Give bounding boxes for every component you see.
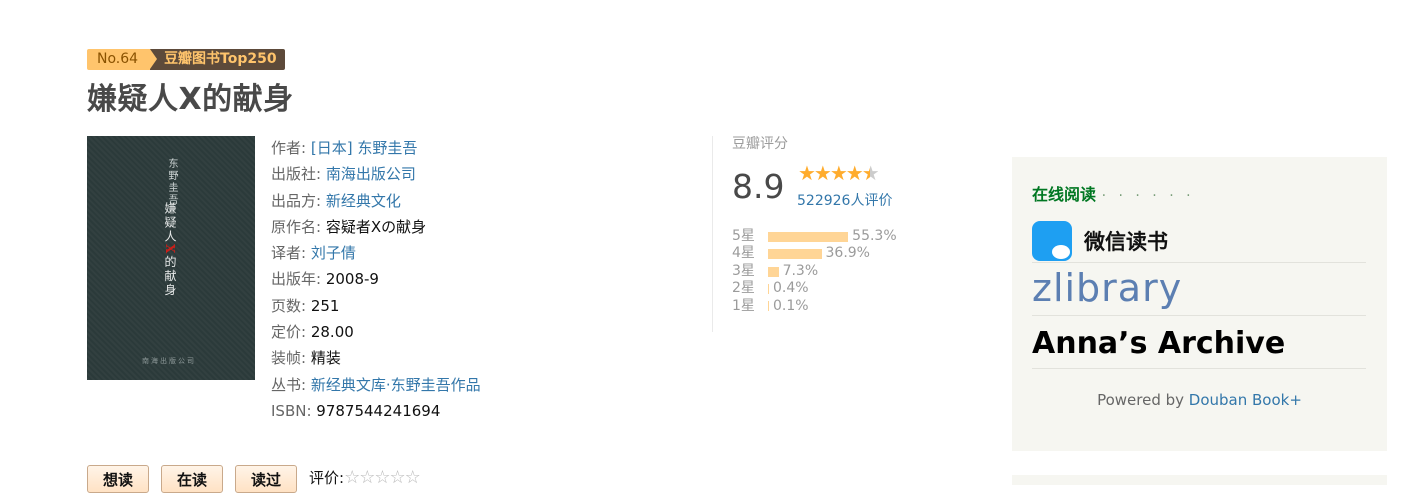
rating-bar xyxy=(768,283,769,294)
rating-row-label: 4星 xyxy=(732,245,755,262)
rating-count-link[interactable]: 522926人评价 xyxy=(797,190,892,210)
rating-row-label: 2星 xyxy=(732,280,755,297)
weixin-read-link[interactable]: 微信读书 xyxy=(1032,220,1366,263)
powered-by: Powered by Douban Book+ xyxy=(1097,391,1302,409)
info-price: 定价: 28.00 xyxy=(271,323,354,342)
rating-percent: 0.4% xyxy=(773,280,809,297)
rating-percent: 7.3% xyxy=(782,262,819,279)
reading-button[interactable]: 在读 xyxy=(161,465,223,493)
weixin-read-icon xyxy=(1032,221,1072,261)
rating-stars-icon: ★★★★★ xyxy=(798,161,880,185)
zlibrary-link[interactable]: zlibrary xyxy=(1032,263,1366,316)
rating-score: 8.9 xyxy=(732,167,785,206)
douban-book-plus-link[interactable]: Douban Book+ xyxy=(1189,391,1302,409)
online-reading-panel: 在线阅读 · · · · · · 微信读书 zlibrary Anna’s Ar… xyxy=(1012,157,1387,451)
rating-bar xyxy=(768,231,849,242)
rating-row-4: 4星 36.9% xyxy=(732,245,897,262)
rating-row-label: 1星 xyxy=(732,297,755,314)
publisher-link[interactable]: 南海出版公司 xyxy=(326,165,416,183)
cover-author: 东野圭吾 xyxy=(166,158,177,206)
rate-stars-icon[interactable]: ☆☆☆☆☆ xyxy=(344,467,421,488)
divider xyxy=(712,136,713,332)
rating-row-1: 1星 0.1% xyxy=(732,298,897,315)
rank-list-name[interactable]: 豆瓣图书Top250 xyxy=(150,49,285,70)
rating-percent: 36.9% xyxy=(825,245,870,262)
info-isbn: ISBN: 9787544241694 xyxy=(271,401,441,420)
rating-row-5: 5星 55.3% xyxy=(732,228,897,245)
cover-publisher: 南海出版公司 xyxy=(142,357,196,365)
rating-percent: 0.1% xyxy=(773,297,809,314)
rate-widget: 评价: ☆☆☆☆☆ xyxy=(309,465,421,488)
next-panel xyxy=(1012,475,1387,485)
info-pub-year: 出版年: 2008-9 xyxy=(271,270,379,289)
rating-bar xyxy=(768,266,779,277)
info-producer: 出品方: 新经典文化 xyxy=(271,191,401,210)
annas-archive-logo: Anna’s Archive xyxy=(1032,326,1286,361)
weixin-read-label: 微信读书 xyxy=(1084,229,1168,254)
series-link[interactable]: 新经典文库·东野圭吾作品 xyxy=(311,376,481,394)
annas-archive-link[interactable]: Anna’s Archive xyxy=(1032,316,1366,369)
author-link[interactable]: [日本] 东野圭吾 xyxy=(311,139,417,157)
top250-badge[interactable]: No.64 豆瓣图书Top250 xyxy=(87,49,285,70)
rating-panel: 豆瓣评分 8.9 ★★★★★ 522926人评价 5星 55.3% 4星 36.9% 3… xyxy=(732,133,897,314)
translator-link[interactable]: 刘子倩 xyxy=(311,244,356,262)
rating-row-label: 3星 xyxy=(732,262,755,279)
rating-breakdown: 5星 55.3% 4星 36.9% 3星 7.3% 2星 0.4% 1星 0.1% xyxy=(732,228,897,315)
producer-link[interactable]: 新经典文化 xyxy=(326,192,401,210)
info-original-title: 原作名: 容疑者Xの献身 xyxy=(271,217,427,236)
cover-title: 嫌疑人X的献身 xyxy=(163,202,177,298)
info-pages: 页数: 251 xyxy=(271,296,340,315)
want-to-read-button[interactable]: 想读 xyxy=(87,465,149,493)
info-series: 丛书: 新经典文库·东野圭吾作品 xyxy=(271,375,481,394)
online-reading-heading: 在线阅读 · · · · · · xyxy=(1032,185,1195,204)
rating-percent: 55.3% xyxy=(852,228,897,244)
rating-bar xyxy=(768,301,769,312)
rate-label: 评价: xyxy=(309,469,345,487)
info-binding: 装帧: 精装 xyxy=(271,349,341,368)
action-bar: 想读 在读 读过 评价: ☆☆☆☆☆ xyxy=(87,465,421,493)
rating-row-3: 3星 7.3% xyxy=(732,263,897,280)
page-title: 嫌疑人X的献身 xyxy=(87,82,294,117)
info-publisher: 出版社: 南海出版公司 xyxy=(271,165,416,184)
rating-row-2: 2星 0.4% xyxy=(732,280,897,297)
rating-row-label: 5星 xyxy=(732,228,755,244)
book-info: 作者: [日本] 东野圭吾 出版社: 南海出版公司 出品方: 新经典文化 原作名… xyxy=(271,135,481,424)
have-read-button[interactable]: 读过 xyxy=(235,465,297,493)
rating-label: 豆瓣评分 xyxy=(732,136,788,152)
book-cover[interactable]: 东野圭吾 嫌疑人X的献身 南海出版公司 xyxy=(87,136,255,380)
rank-number: No.64 xyxy=(87,49,158,70)
info-translator: 译者: 刘子倩 xyxy=(271,244,356,263)
zlibrary-logo: zlibrary xyxy=(1032,266,1183,310)
rating-bar xyxy=(768,249,822,260)
info-author: 作者: [日本] 东野圭吾 xyxy=(271,139,418,157)
